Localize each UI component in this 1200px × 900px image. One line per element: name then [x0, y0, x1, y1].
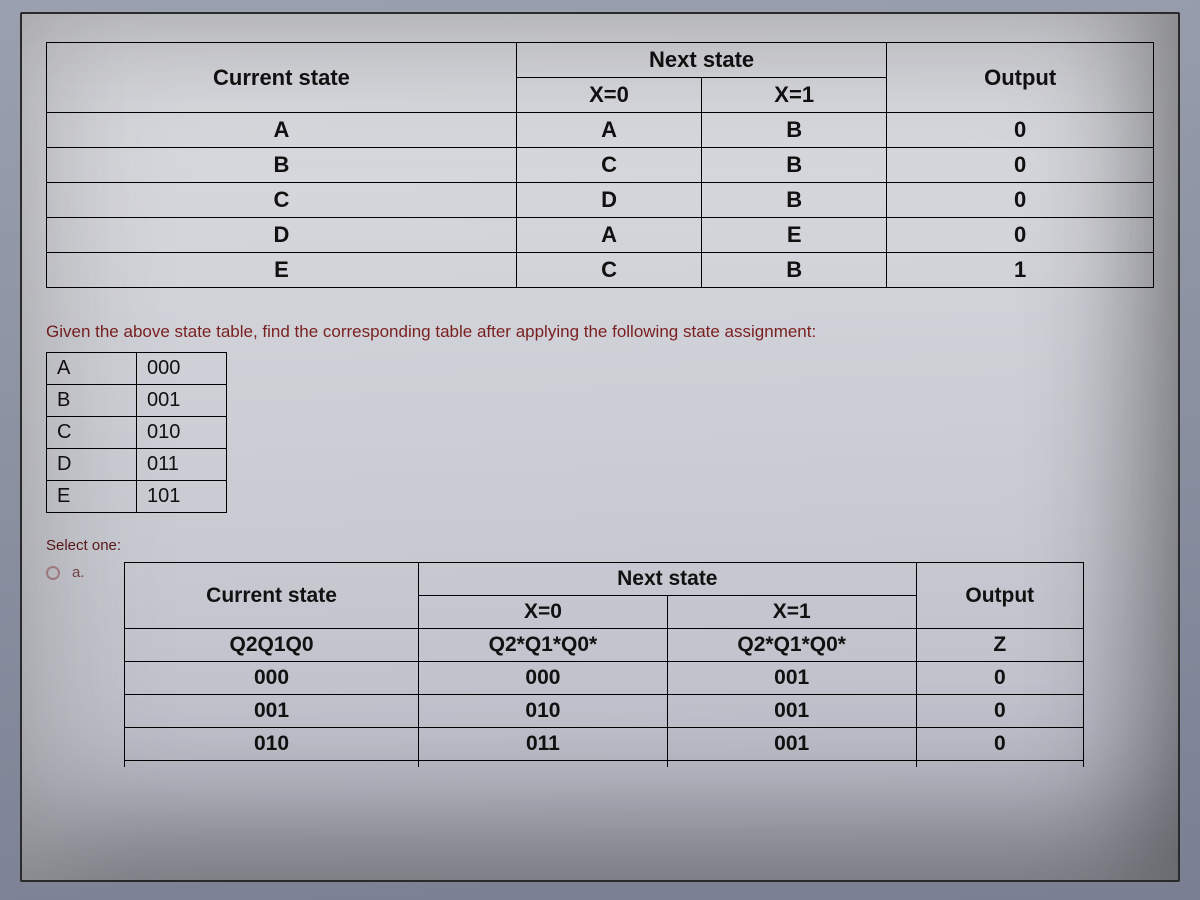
option-a-table-wrap: Current state Next state Output X=0 X=1 …: [124, 562, 1084, 767]
col-next-state: Next state: [419, 563, 917, 596]
col-x1-sub: Q2*Q1*Q0*: [667, 629, 916, 662]
cell-out: 0: [916, 662, 1083, 695]
table-row: B 001: [47, 385, 227, 417]
col-x1: X=1: [667, 596, 916, 629]
option-a-table: Current state Next state Output X=0 X=1 …: [124, 562, 1084, 767]
question-prompt: Given the above state table, find the co…: [46, 322, 1154, 342]
cell-x0: 011: [419, 728, 668, 761]
cell-state: C: [47, 417, 137, 449]
col-output: Output: [887, 43, 1154, 113]
cell-code: 000: [137, 353, 227, 385]
cell-out: 0: [887, 113, 1154, 148]
col-x0: X=0: [516, 78, 701, 113]
cell-current: E: [47, 253, 517, 288]
cell-current: 010: [125, 728, 419, 761]
cell-code: 101: [137, 481, 227, 513]
cell-current: B: [47, 148, 517, 183]
cell-out: 0: [916, 695, 1083, 728]
table-row: D A E 0: [47, 218, 1154, 253]
col-next-state: Next state: [516, 43, 886, 78]
cell-out: [916, 761, 1083, 768]
cell-current: 001: [125, 695, 419, 728]
option-a-label: a.: [72, 564, 96, 581]
cell-out: 0: [887, 148, 1154, 183]
cell-out: 0: [887, 218, 1154, 253]
table-row: 000 000 001 0: [125, 662, 1084, 695]
cell-state: A: [47, 353, 137, 385]
cell-code: 010: [137, 417, 227, 449]
cell-x0: A: [516, 218, 701, 253]
cell-state: D: [47, 449, 137, 481]
table-row: E C B 1: [47, 253, 1154, 288]
cell-out: 0: [916, 728, 1083, 761]
cell-current: C: [47, 183, 517, 218]
cell-code: 011: [137, 449, 227, 481]
table-row: A 000: [47, 353, 227, 385]
cell-x1: E: [702, 218, 887, 253]
cell-out: 0: [887, 183, 1154, 218]
col-current-sub: Q2Q1Q0: [125, 629, 419, 662]
table-row: C 010: [47, 417, 227, 449]
cell-x1: 001: [667, 662, 916, 695]
table-row: 011: [125, 761, 1084, 768]
cell-x1: B: [702, 183, 887, 218]
cell-out: 1: [887, 253, 1154, 288]
col-x0: X=0: [419, 596, 668, 629]
table-row: 010 011 001 0: [125, 728, 1084, 761]
cell-x1: B: [702, 148, 887, 183]
cell-x0: 000: [419, 662, 668, 695]
state-assignment-table: A 000 B 001 C 010 D 011 E 101: [46, 352, 227, 513]
cell-code: 001: [137, 385, 227, 417]
cell-x0: C: [516, 253, 701, 288]
cell-x1: [667, 761, 916, 768]
option-a-row: a. Current state Next state Output X=0 X…: [46, 562, 1154, 767]
cell-x0: D: [516, 183, 701, 218]
col-current-state: Current state: [47, 43, 517, 113]
quiz-screen: Current state Next state Output X=0 X=1 …: [20, 12, 1180, 882]
cell-x0: C: [516, 148, 701, 183]
cell-current: D: [47, 218, 517, 253]
table-row: E 101: [47, 481, 227, 513]
table-row: A A B 0: [47, 113, 1154, 148]
radio-option-a[interactable]: [46, 566, 60, 580]
col-output: Output: [916, 563, 1083, 629]
cell-current: 000: [125, 662, 419, 695]
cell-current: A: [47, 113, 517, 148]
cell-x0: [419, 761, 668, 768]
col-x0-sub: Q2*Q1*Q0*: [419, 629, 668, 662]
table-row: 001 010 001 0: [125, 695, 1084, 728]
cell-x1: 001: [667, 695, 916, 728]
table-row: D 011: [47, 449, 227, 481]
cell-x1: 001: [667, 728, 916, 761]
cell-x1: B: [702, 253, 887, 288]
col-out-sub: Z: [916, 629, 1083, 662]
cell-current: 011: [125, 761, 419, 768]
cell-x0: 010: [419, 695, 668, 728]
cell-x0: A: [516, 113, 701, 148]
col-x1: X=1: [702, 78, 887, 113]
col-current-state: Current state: [125, 563, 419, 629]
cell-x1: B: [702, 113, 887, 148]
select-one-label: Select one:: [46, 537, 1154, 554]
table-row: C D B 0: [47, 183, 1154, 218]
table-row: B C B 0: [47, 148, 1154, 183]
cell-state: B: [47, 385, 137, 417]
cell-state: E: [47, 481, 137, 513]
state-table: Current state Next state Output X=0 X=1 …: [46, 42, 1154, 288]
